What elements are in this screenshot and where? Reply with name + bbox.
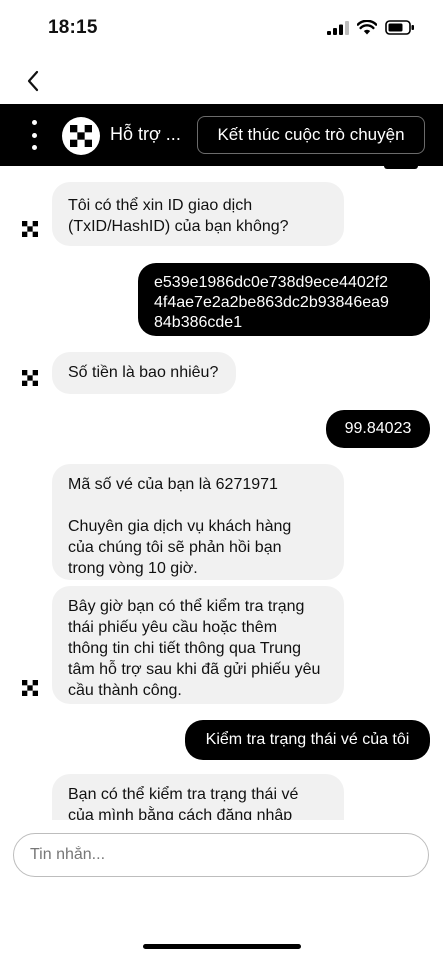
user-message: 99.84023 <box>326 410 430 448</box>
user-message: e539e1986dc0e738d9ece4402f2 4f4ae7e2a2be… <box>138 263 430 336</box>
nav-bar <box>0 58 443 104</box>
chat-header: Hỗ trợ ... Kết thúc cuộc trò chuyện <box>0 104 443 166</box>
signal-icon <box>327 20 349 35</box>
okx-logo-icon <box>22 680 38 696</box>
status-bar: 18:15 <box>0 0 443 58</box>
end-chat-button[interactable]: Kết thúc cuộc trò chuyện <box>197 116 425 154</box>
scroll-peek <box>384 166 418 169</box>
agent-message: Mã số vé của bạn là 6271971 Chuyên gia d… <box>52 464 344 580</box>
status-time: 18:15 <box>48 17 98 38</box>
message-input[interactable] <box>13 833 429 877</box>
dot <box>31 120 37 125</box>
agent-avatar-small <box>16 364 44 392</box>
agent-avatar-small <box>16 674 44 702</box>
home-indicator <box>143 944 301 949</box>
battery-icon <box>385 20 414 35</box>
agent-avatar-small <box>16 215 44 243</box>
agent-name: Hỗ trợ ... <box>110 124 181 144</box>
agent-message: Tôi có thể xin ID giao dịch (TxID/HashID… <box>52 182 344 246</box>
back-button[interactable] <box>18 64 48 98</box>
okx-logo-icon <box>22 221 38 237</box>
dot <box>31 145 37 150</box>
agent-message: Bây giờ bạn có thể kiểm tra trạng thái p… <box>52 586 344 704</box>
agent-avatar <box>62 117 100 155</box>
composer <box>0 820 443 960</box>
wifi-icon <box>357 20 377 35</box>
agent-message: Bạn có thể kiểm tra trạng thái vé của mì… <box>52 774 344 820</box>
agent-message: Số tiền là bao nhiêu? <box>52 352 236 394</box>
dot <box>31 132 37 138</box>
chevron-left-icon <box>27 70 39 92</box>
status-icons <box>327 20 415 35</box>
okx-logo-icon <box>22 370 38 386</box>
menu-button[interactable] <box>24 120 44 150</box>
okx-logo-icon <box>70 125 92 147</box>
user-message: Kiểm tra trạng thái vé của tôi <box>185 720 430 760</box>
message-list[interactable]: Tôi có thể xin ID giao dịch (TxID/HashID… <box>0 166 443 820</box>
